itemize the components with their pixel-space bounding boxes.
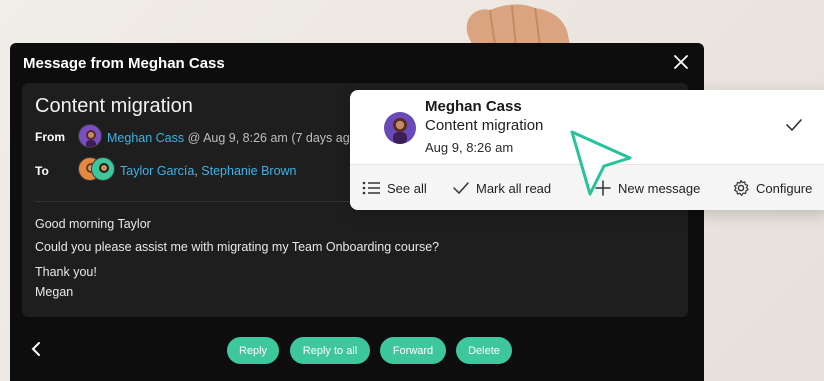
configure-label: Configure (756, 180, 813, 196)
recipients-line: Taylor García, Stephanie Brown (120, 164, 297, 178)
mark-all-read-button[interactable]: Mark all read (452, 165, 551, 211)
check-icon (453, 182, 469, 195)
forward-button[interactable]: Forward (380, 337, 446, 364)
sender-avatar (78, 124, 102, 148)
configure-button[interactable]: Configure (732, 165, 812, 211)
recipient-link-stephanie[interactable]: Stephanie Brown (201, 164, 296, 178)
message-body-line: Could you please assist me with migratin… (35, 240, 440, 254)
close-icon[interactable] (672, 53, 690, 71)
from-line: Meghan Cass @ Aug 9, 8:26 am (7 days ago… (107, 131, 357, 145)
message-body-line: Thank you! (35, 265, 97, 279)
message-body-line: Good morning Taylor (35, 217, 151, 231)
from-label: From (35, 130, 65, 144)
cursor-arrow-icon (570, 130, 632, 196)
gear-icon (734, 179, 749, 196)
check-icon[interactable] (785, 118, 803, 132)
reply-all-button[interactable]: Reply to all (290, 337, 370, 364)
reply-button[interactable]: Reply (227, 337, 279, 364)
notification-sender: Meghan Cass (425, 98, 522, 115)
mark-all-read-label: Mark all read (476, 180, 552, 196)
list-icon (362, 181, 380, 195)
to-label: To (35, 164, 49, 178)
notification-subject: Content migration (425, 117, 544, 134)
delete-button[interactable]: Delete (456, 337, 512, 364)
notification-avatar (384, 112, 416, 144)
chevron-left-icon[interactable] (28, 339, 44, 359)
message-body-line: Megan (35, 285, 74, 299)
modal-title: Message from Meghan Cass (23, 55, 225, 72)
sender-link[interactable]: Meghan Cass (107, 131, 184, 145)
sent-date: @ Aug 9, 8:26 am (7 days ago) (184, 131, 357, 145)
message-subject: Content migration (35, 95, 193, 117)
notification-date: Aug 9, 8:26 am (425, 140, 514, 155)
recipient-avatar (91, 157, 115, 181)
see-all-button[interactable]: See all (362, 165, 427, 211)
recipient-link-taylor[interactable]: Taylor García (120, 164, 194, 178)
see-all-label: See all (387, 180, 427, 196)
